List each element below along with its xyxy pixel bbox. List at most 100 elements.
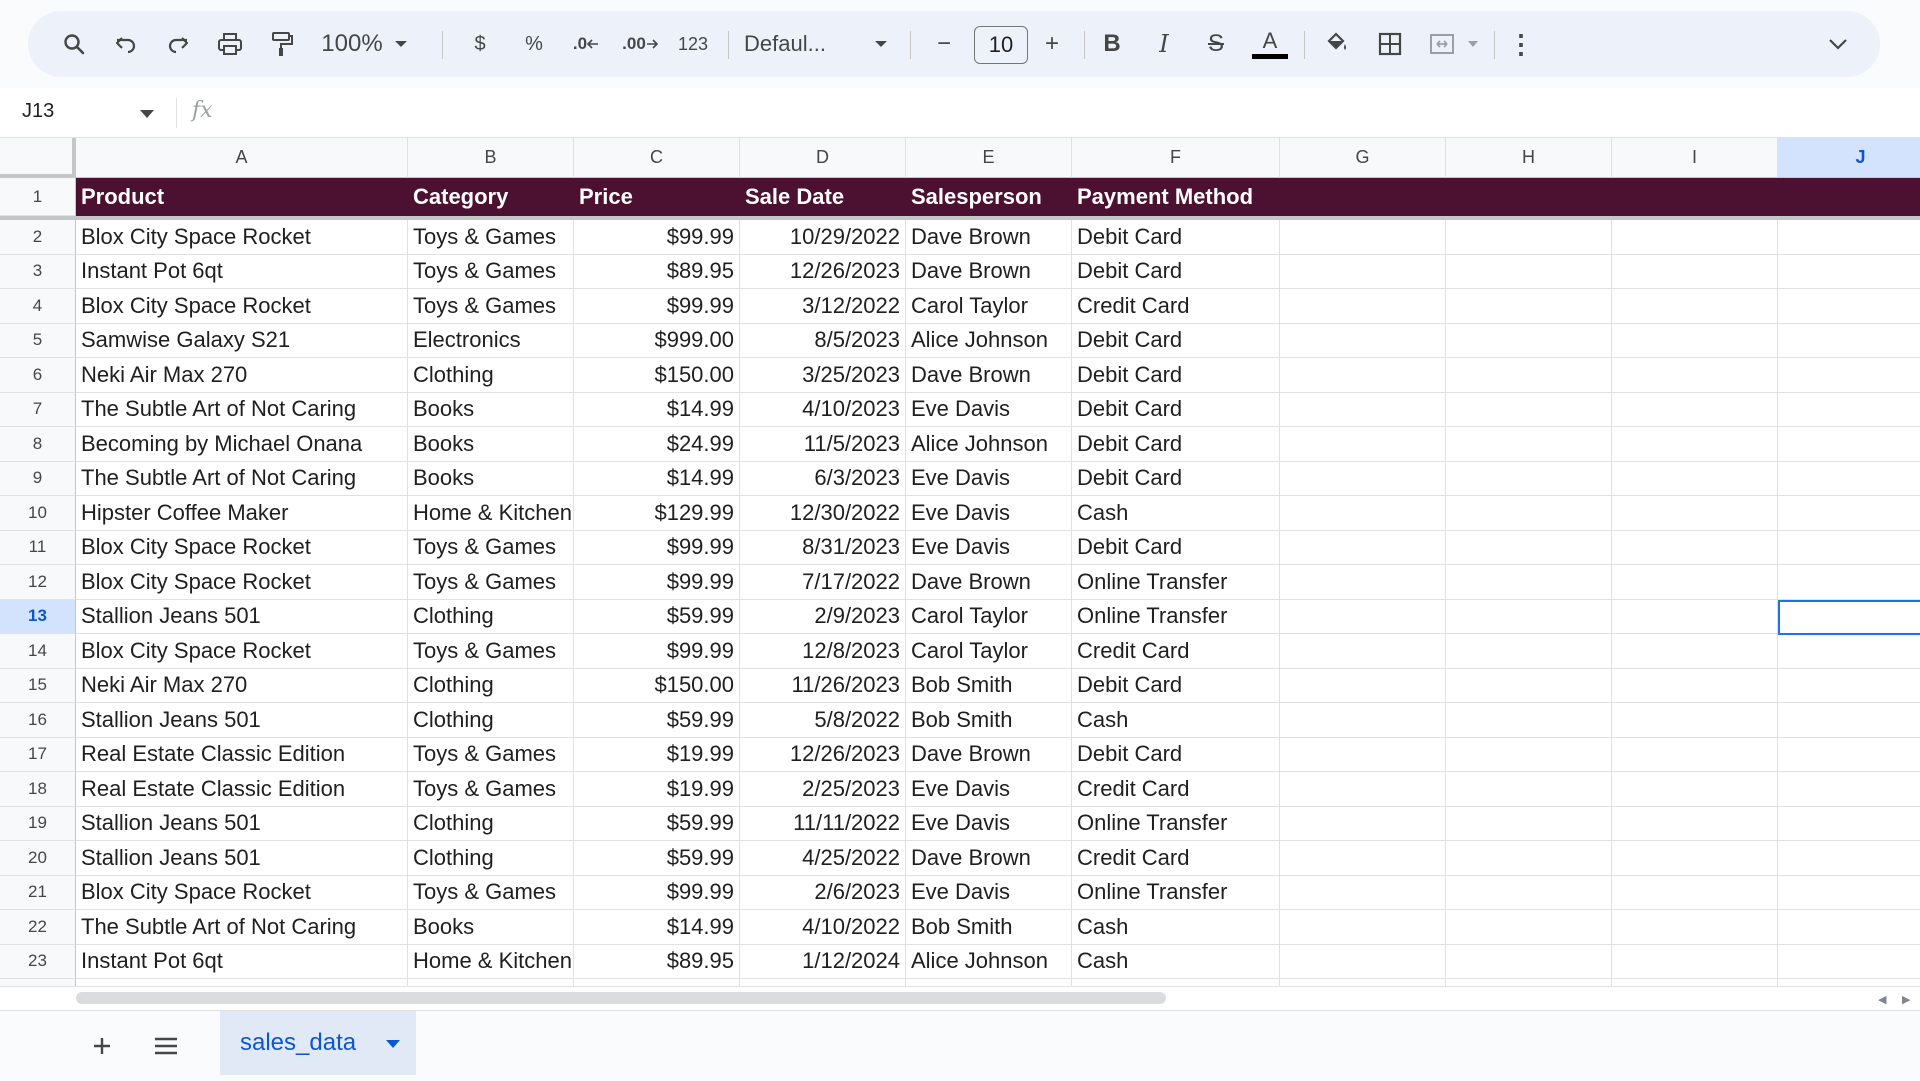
table-cell[interactable]: 2/6/2023	[740, 875, 906, 910]
table-cell[interactable]: The Subtle Art of Not Caring	[76, 461, 408, 496]
table-cell[interactable]: Toys & Games	[408, 634, 574, 669]
table-cell[interactable]: $14.99	[574, 392, 740, 427]
borders-icon[interactable]	[1370, 11, 1410, 77]
table-cell[interactable]: Credit Card	[1072, 772, 1280, 807]
table-cell[interactable]	[1280, 875, 1446, 910]
table-cell[interactable]	[1612, 427, 1778, 462]
table-cell[interactable]: 10/29/2022	[740, 220, 906, 255]
column-header-i[interactable]: I	[1612, 138, 1778, 178]
header-cell[interactable]: Salesperson	[906, 178, 1072, 216]
table-cell[interactable]	[1446, 496, 1612, 531]
row-header[interactable]: 6	[0, 358, 76, 393]
table-cell[interactable]: $24.99	[574, 427, 740, 462]
table-cell[interactable]: $59.99	[574, 841, 740, 876]
currency-format-button[interactable]: $	[460, 11, 500, 77]
table-cell[interactable]: Clothing	[408, 703, 574, 738]
table-cell[interactable]: Real Estate Classic Edition	[76, 737, 408, 772]
table-cell[interactable]	[1280, 806, 1446, 841]
undo-icon[interactable]	[106, 11, 146, 77]
row-header[interactable]: 23	[0, 944, 76, 979]
row-header[interactable]: 8	[0, 427, 76, 462]
table-cell[interactable]: Cash	[1072, 703, 1280, 738]
table-cell[interactable]	[1280, 323, 1446, 358]
table-cell[interactable]: $14.99	[574, 461, 740, 496]
column-header-j[interactable]: J	[1778, 138, 1920, 178]
table-cell[interactable]	[1446, 703, 1612, 738]
table-cell[interactable]	[1446, 530, 1612, 565]
table-cell[interactable]	[1446, 461, 1612, 496]
row-header[interactable]: 16	[0, 703, 76, 738]
table-cell[interactable]: Debit Card	[1072, 737, 1280, 772]
table-cell[interactable]	[1446, 910, 1612, 945]
increase-font-size-button[interactable]: +	[1032, 11, 1072, 77]
row-header[interactable]: 22	[0, 910, 76, 945]
table-cell[interactable]: 4/10/2022	[740, 910, 906, 945]
table-cell[interactable]: Clothing	[408, 806, 574, 841]
table-cell[interactable]: $99.99	[574, 530, 740, 565]
column-header-h[interactable]: H	[1446, 138, 1612, 178]
table-cell[interactable]: $129.99	[574, 496, 740, 531]
table-cell[interactable]	[1612, 461, 1778, 496]
table-cell[interactable]	[1446, 772, 1612, 807]
search-icon[interactable]	[54, 11, 94, 77]
table-cell[interactable]	[1612, 599, 1778, 634]
table-cell[interactable]	[1280, 220, 1446, 255]
table-cell[interactable]: Becoming by Michael Onana	[76, 427, 408, 462]
table-cell[interactable]	[1612, 254, 1778, 289]
table-cell[interactable]	[1778, 289, 1920, 324]
table-cell[interactable]	[1778, 669, 1920, 703]
table-cell[interactable]: Debit Card	[1072, 392, 1280, 427]
row-header[interactable]: 10	[0, 496, 76, 531]
zoom-select[interactable]: 100%	[318, 11, 386, 77]
table-cell[interactable]: Cash	[1072, 496, 1280, 531]
table-cell[interactable]	[1778, 807, 1920, 841]
table-cell[interactable]: $999.00	[574, 323, 740, 358]
table-cell[interactable]	[1446, 323, 1612, 358]
print-icon[interactable]	[210, 11, 250, 77]
table-cell[interactable]	[1778, 876, 1920, 910]
table-cell[interactable]: Clothing	[408, 599, 574, 634]
table-cell[interactable]: $19.99	[574, 772, 740, 807]
table-cell[interactable]: $14.99	[574, 910, 740, 945]
table-cell[interactable]: Toys & Games	[408, 254, 574, 289]
table-cell[interactable]: Online Transfer	[1072, 565, 1280, 600]
table-cell[interactable]: Toys & Games	[408, 875, 574, 910]
chevron-down-icon[interactable]	[388, 11, 414, 77]
table-cell[interactable]: Debit Card	[1072, 358, 1280, 393]
table-cell[interactable]	[1778, 496, 1920, 531]
row-header[interactable]: 5	[0, 323, 76, 358]
table-cell[interactable]: 11/26/2023	[740, 668, 906, 703]
table-cell[interactable]	[1612, 220, 1778, 255]
table-cell[interactable]: Real Estate Classic Edition	[76, 772, 408, 807]
table-cell[interactable]: Samwise Galaxy S21	[76, 323, 408, 358]
table-cell[interactable]: Dave Brown	[906, 358, 1072, 393]
table-cell[interactable]: Cash	[1072, 910, 1280, 945]
chevron-down-icon[interactable]	[868, 11, 894, 77]
table-cell[interactable]: Bob Smith	[906, 910, 1072, 945]
header-cell[interactable]: Category	[408, 178, 574, 216]
table-cell[interactable]: Alice Johnson	[906, 944, 1072, 979]
table-cell[interactable]: Blox City Space Rocket	[76, 565, 408, 600]
table-cell[interactable]: Online Transfer	[1072, 599, 1280, 634]
row-header[interactable]: 9	[0, 461, 76, 496]
table-cell[interactable]: Clothing	[408, 668, 574, 703]
row-header[interactable]: 12	[0, 565, 76, 600]
table-cell[interactable]	[1446, 220, 1612, 255]
table-cell[interactable]	[1280, 565, 1446, 600]
table-cell[interactable]	[1446, 634, 1612, 669]
table-cell[interactable]: 2/9/2023	[740, 599, 906, 634]
table-cell[interactable]: Toys & Games	[408, 289, 574, 324]
table-cell[interactable]: Toys & Games	[408, 772, 574, 807]
add-sheet-button[interactable]	[82, 1011, 122, 1081]
table-cell[interactable]: Dave Brown	[906, 737, 1072, 772]
table-cell[interactable]: $99.99	[574, 289, 740, 324]
table-cell[interactable]: Blox City Space Rocket	[76, 289, 408, 324]
column-header-f[interactable]: F	[1072, 138, 1280, 178]
table-cell[interactable]	[1446, 599, 1612, 634]
table-cell[interactable]: Toys & Games	[408, 737, 574, 772]
table-cell[interactable]	[1778, 462, 1920, 496]
column-header-e[interactable]: E	[906, 138, 1072, 178]
table-cell[interactable]	[1446, 254, 1612, 289]
row-header[interactable]: 13	[0, 599, 76, 634]
decrease-font-size-button[interactable]: −	[924, 11, 964, 77]
